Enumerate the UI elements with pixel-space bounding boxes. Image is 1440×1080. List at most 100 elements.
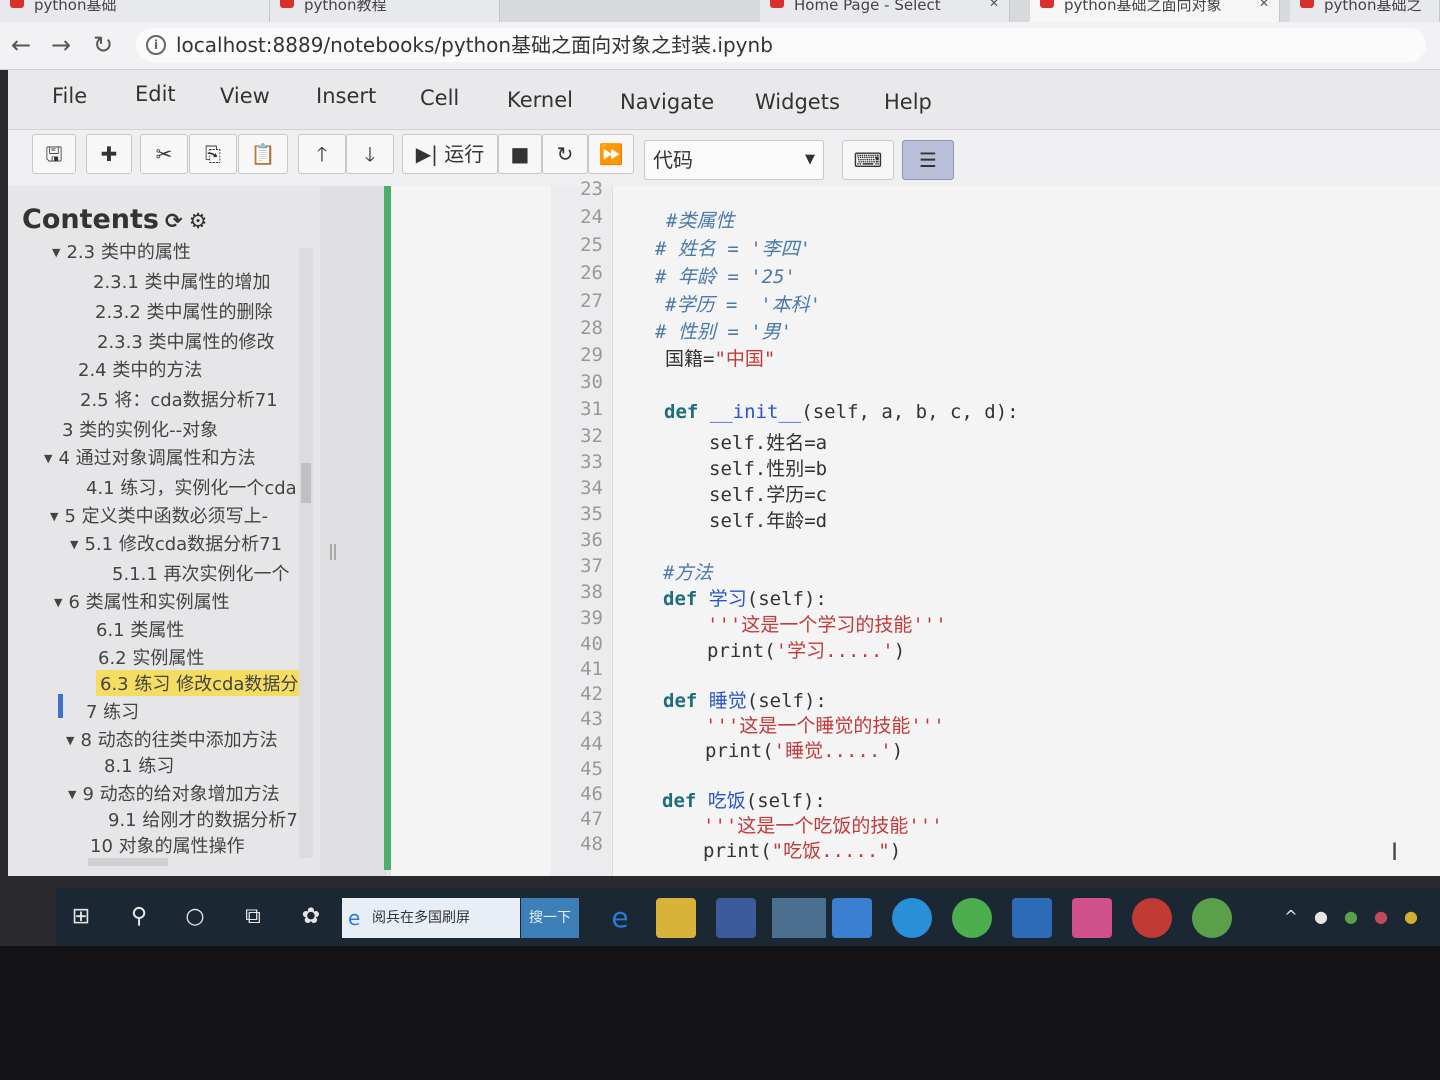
app-icon[interactable] [832,898,872,938]
toc-item[interactable]: 2.3.3 类中属性的修改 [97,328,275,354]
toc-item[interactable]: ▼ 6 类属性和实例属性 [54,588,230,614]
toc-item[interactable]: 8.1 练习 [104,752,174,778]
toc-item[interactable]: 6.2 实例属性 [98,644,204,670]
toc-item[interactable]: 2.3.1 类中属性的增加 [93,268,271,294]
start-windows-icon[interactable]: ⊞ [62,898,100,936]
toc-item[interactable]: ▼ 5 定义类中函数必须写上- [50,502,268,528]
forward-arrow-icon[interactable]: → [46,30,76,60]
paste-icon[interactable]: 📋 [238,134,288,174]
menu-cell[interactable]: Cell [420,86,459,110]
music-icon[interactable] [1072,898,1112,938]
toc-item[interactable]: 3 类的实例化--对象 [62,416,218,442]
keyboard-icon[interactable]: ⌨ [842,140,894,180]
edge-icon: e [348,906,361,930]
add-cell-icon[interactable]: ✚ [86,134,132,174]
collapse-triangle-icon[interactable]: ▼ [54,596,62,609]
menu-help[interactable]: Help [884,90,932,114]
snipping-tool-icon[interactable] [716,898,756,938]
file-explorer-icon[interactable] [656,898,696,938]
browser-icon[interactable] [892,898,932,938]
toc-hscroll-thumb[interactable] [88,858,168,866]
menu-file[interactable]: File [52,84,87,108]
line-number: 27 [580,290,603,312]
browser-tab[interactable]: python基础之 [1290,0,1440,22]
dropdown-caret-icon: ▼ [805,152,815,167]
url-field[interactable]: i localhost:8889/notebooks/python基础之面向对象… [136,28,1426,62]
news-search-box[interactable]: e 阅兵在多国刷屏 [342,898,520,938]
save-icon[interactable]: 🖫 [32,134,76,174]
resize-handle[interactable] [330,544,336,560]
menu-navigate[interactable]: Navigate [620,90,714,114]
run-button[interactable]: ▶| 运行 [402,134,498,174]
powershell-icon[interactable] [1012,898,1052,938]
tab-close-icon[interactable]: ✕ [989,0,999,9]
app-pinned-icon[interactable]: ✿ [292,898,330,936]
code-line: print('学习.....') [707,640,906,662]
toc-item[interactable]: ▼ 8 动态的往类中添加方法 [66,726,278,752]
toc-item[interactable]: 2.3.2 类中属性的删除 [95,298,273,324]
wechat-icon[interactable] [952,898,992,938]
browser-tab[interactable]: python教程 [270,0,500,22]
fast-forward-icon[interactable]: ⏩ [588,134,634,174]
code-cell[interactable]: 23 24 25 26 27 28 29 30 31 32 33 34 35 3… [391,178,1440,876]
collapse-triangle-icon[interactable]: ▼ [50,510,58,523]
toc-item[interactable]: 4.1 练习，实例化一个cda [86,474,297,500]
toc-item[interactable]: ▼ 9 动态的给对象增加方法 [68,780,280,806]
chrome-icon[interactable] [772,898,826,938]
task-view-icon[interactable]: ⧉ [234,898,272,936]
edge-browser-icon[interactable]: e [600,898,640,938]
gear-icon[interactable]: ⚙ [189,209,208,233]
restart-icon[interactable]: ↻ [542,134,588,174]
move-down-icon[interactable]: 🡓 [346,134,394,174]
toc-item[interactable]: 7 练习 [86,698,139,724]
toc-item[interactable]: ▼ 5.1 修改cda数据分析71 [70,530,282,556]
code-line: # 姓名 = '李四' [655,238,812,260]
tab-favicon-icon [770,0,784,8]
collapse-triangle-icon[interactable]: ▼ [66,734,74,747]
toc-item[interactable]: 2.4 类中的方法 [78,356,202,382]
browser-tab-active[interactable]: python基础之面向对象 ✕ [1030,0,1280,22]
tab-close-icon[interactable]: ✕ [1259,0,1269,9]
toc-item[interactable]: 2.5 将：cda数据分析71 [80,386,278,412]
toc-scroll-thumb[interactable] [301,463,311,503]
toc-item[interactable]: ▼ 4 通过对象调属性和方法 [44,444,256,470]
menu-widgets[interactable]: Widgets [755,90,840,114]
toc-item[interactable]: 10 对象的属性操作 [90,832,245,858]
interrupt-icon[interactable]: ■ [498,134,542,174]
move-up-icon[interactable]: 🡑 [298,134,346,174]
copy-icon[interactable]: ⎘ [189,134,237,174]
back-arrow-icon[interactable]: ← [6,30,36,60]
toc-item[interactable]: 6.1 类属性 [96,616,184,642]
search-icon[interactable]: ⚲ [120,898,158,936]
browser-tab[interactable]: Home Page - Select ✕ [760,0,1010,22]
toc-toggle-icon[interactable]: ☰ [902,140,954,180]
cell-type-select[interactable]: 代码 ▼ [644,140,824,180]
tray-icon[interactable]: ● [1392,898,1430,936]
cortana-icon[interactable]: ○ [176,898,214,936]
line-number: 26 [580,262,603,284]
search-go-button[interactable]: 搜一下 [521,898,579,938]
cut-icon[interactable]: ✂ [140,134,188,174]
menu-view[interactable]: View [220,84,270,108]
collapse-triangle-icon[interactable]: ▼ [44,452,52,465]
menu-edit[interactable]: Edit [135,82,176,106]
toc-item[interactable]: ▼ 2.3 类中的属性 [52,238,191,264]
menu-insert[interactable]: Insert [316,84,376,108]
reload-icon[interactable]: ↻ [88,30,118,60]
app-icon[interactable] [1192,898,1232,938]
toc-item[interactable]: 9.1 给刚才的数据分析7 [108,806,298,832]
site-info-icon[interactable]: i [146,35,166,55]
collapse-triangle-icon[interactable]: ▼ [68,788,76,801]
collapse-triangle-icon[interactable]: ▼ [52,246,60,259]
toc-horizontal-scrollbar[interactable] [78,858,298,868]
refresh-icon[interactable]: ⟳ [165,209,183,233]
toc-item[interactable]: 5.1.1 再次实例化一个 [112,560,290,586]
toc-vertical-scrollbar[interactable] [299,248,313,858]
browser-tab[interactable]: python基础 [0,0,270,22]
screen: python基础 python教程 Home Page - Select ✕ py… [0,0,1440,1080]
menu-kernel[interactable]: Kernel [507,88,573,112]
collapse-triangle-icon[interactable]: ▼ [70,538,78,551]
line-number: 24 [580,206,603,228]
cda-app-icon[interactable] [1132,898,1172,938]
toc-item-current[interactable]: 6.3 练习 修改cda数据分 [96,670,300,696]
